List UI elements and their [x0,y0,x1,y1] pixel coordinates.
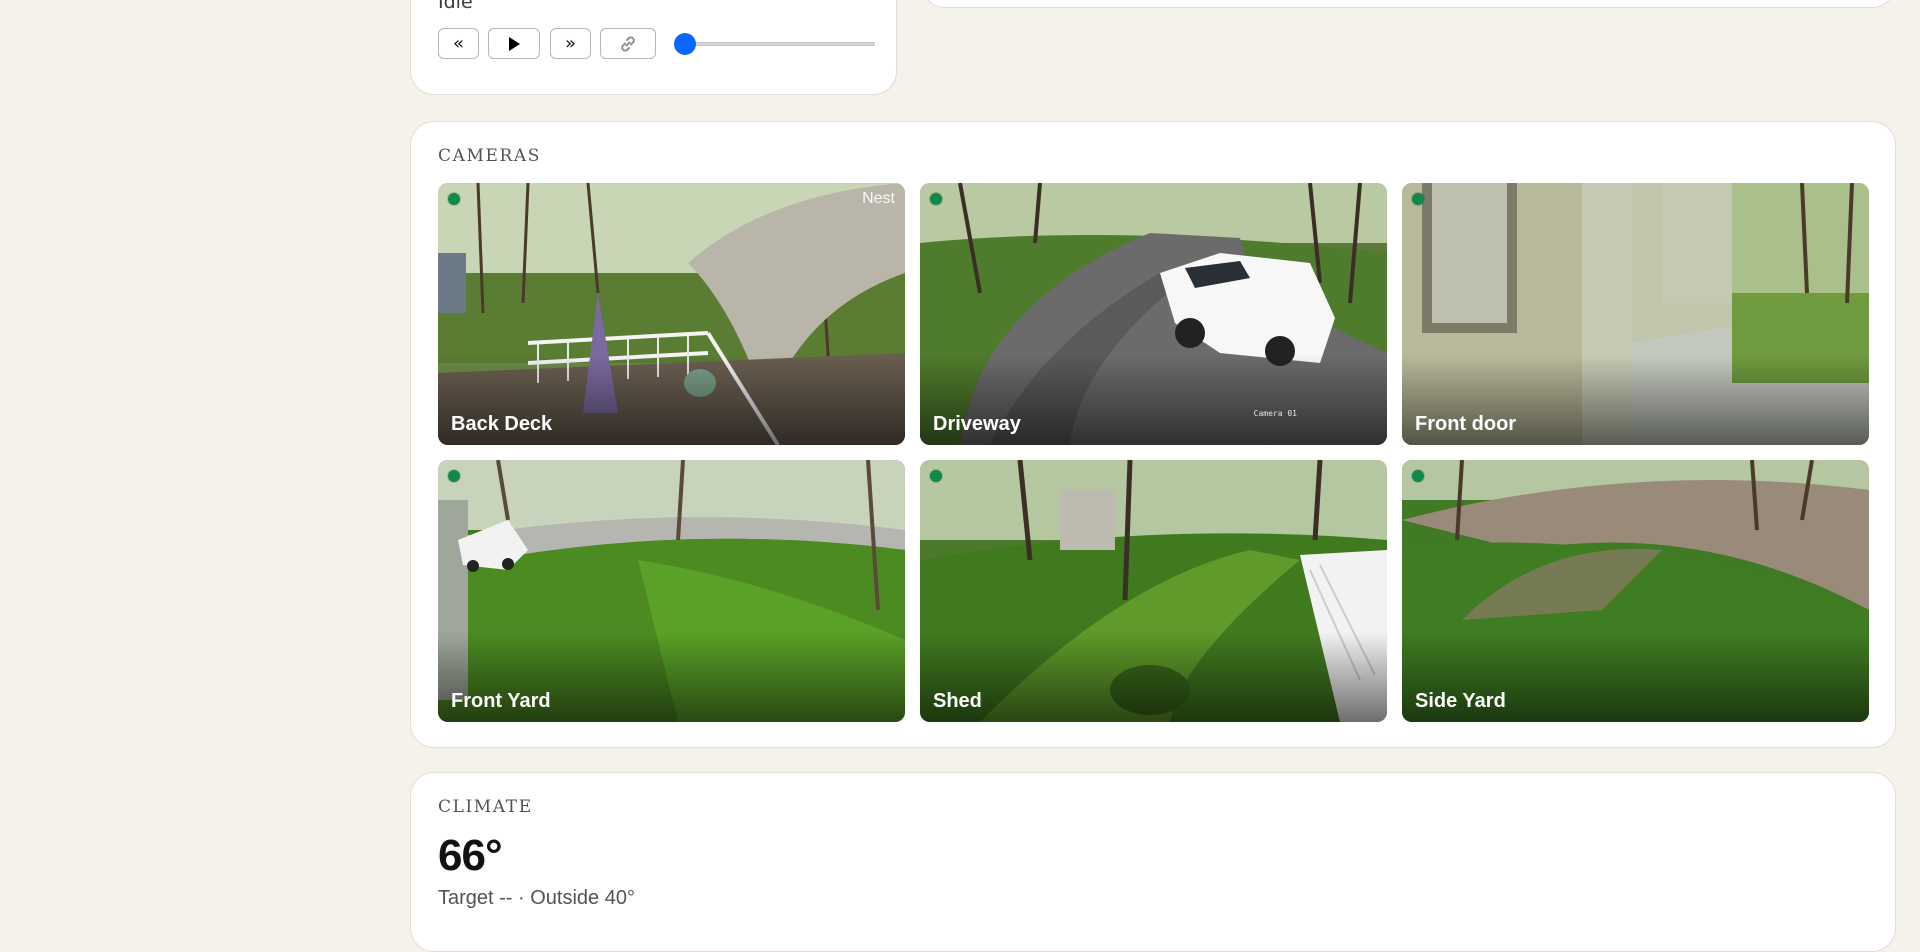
camera-tile-shed[interactable]: Shed [920,460,1387,722]
link-button[interactable] [600,28,656,59]
online-status-icon [930,470,942,482]
camera-tile-back-deck[interactable]: Nest Back Deck [438,183,905,445]
online-status-icon [1412,193,1424,205]
camera-tile-driveway[interactable]: Camera 01 Driveway [920,183,1387,445]
online-status-icon [448,193,460,205]
camera-source-badge: Nest [862,190,895,207]
label-gradient [920,632,1387,722]
camera-name: Front Yard [451,690,551,712]
online-status-icon [930,193,942,205]
seek-slider-thumb[interactable] [674,33,696,55]
online-status-icon [1412,470,1424,482]
camera-tile-front-door[interactable]: Front door [1402,183,1869,445]
media-player-card: Idle « » [410,0,897,95]
seek-slider-track[interactable] [685,42,875,46]
camera-name: Front door [1415,413,1517,435]
media-status: Idle [438,0,473,13]
camera-tile-front-yard[interactable]: Front Yard [438,460,905,722]
climate-title: CLIMATE [438,797,533,817]
camera-name: Driveway [933,413,1021,435]
cameras-title: CAMERAS [438,146,542,166]
link-icon [621,35,635,52]
camera-overlay-text: Camera 01 [1253,409,1297,418]
play-button[interactable] [488,28,540,59]
camera-name: Shed [933,690,982,712]
next-button[interactable]: » [550,28,591,59]
previous-button[interactable]: « [438,28,479,59]
online-status-icon [448,470,460,482]
top-right-card [921,0,1896,8]
play-icon [509,36,520,51]
current-temperature: 66° [438,831,503,880]
climate-subtitle: Target -- · Outside 40° [438,887,635,909]
climate-card: CLIMATE 66° Target -- · Outside 40° [410,772,1896,952]
camera-name: Side Yard [1415,690,1506,712]
camera-tile-side-yard[interactable]: Side Yard [1402,460,1869,722]
cameras-card: CAMERAS Nest Back Deck Camera 01 Drivewa… [410,121,1896,748]
camera-name: Back Deck [451,413,553,435]
